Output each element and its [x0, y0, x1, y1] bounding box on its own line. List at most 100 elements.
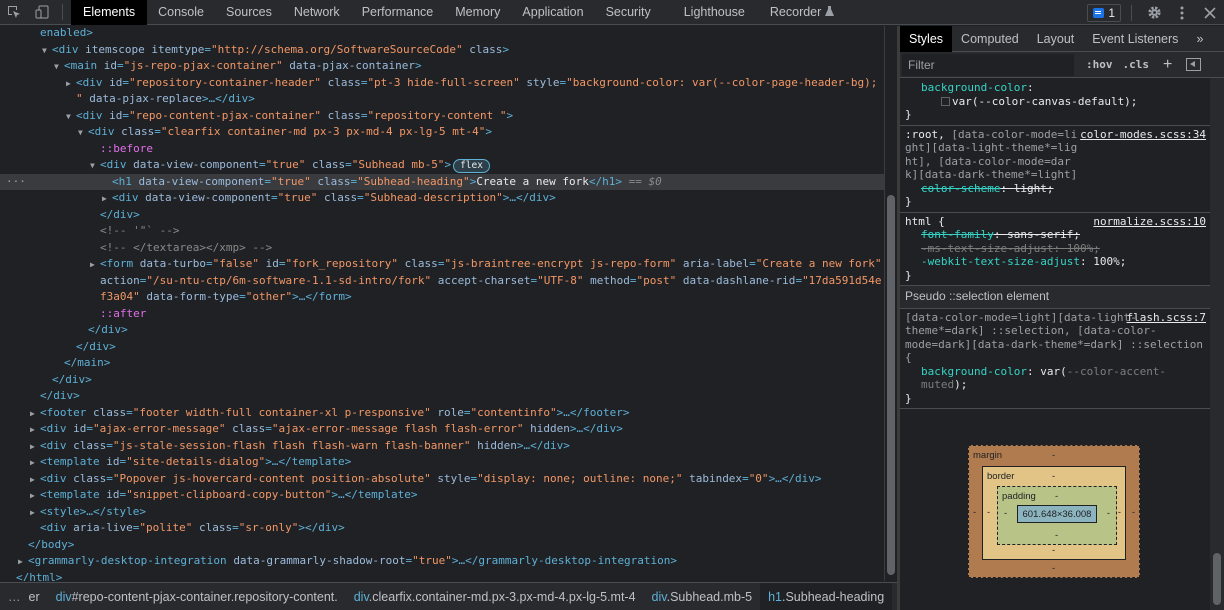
dom-line[interactable]: ▶ <form data-turbo="false" id="fork_repos…: [0, 256, 884, 273]
collapse-triangle-icon[interactable]: ▼: [42, 43, 52, 60]
dom-line[interactable]: ▶ <div class="js-stale-session-flash flas…: [0, 438, 884, 455]
collapse-triangle-icon[interactable]: ▼: [90, 158, 100, 175]
inspect-element-icon[interactable]: [0, 0, 28, 25]
more-options-icon[interactable]: ···: [6, 174, 26, 191]
margin-top-value[interactable]: -: [1052, 450, 1055, 461]
expand-triangle-icon[interactable]: ▶: [90, 257, 100, 274]
dom-line[interactable]: ▶ <template id="snippet-clipboard-copy-bu…: [0, 487, 884, 504]
tab-elements[interactable]: Elements: [71, 0, 148, 25]
dom-line[interactable]: " data-pjax-replace>…</div>: [0, 91, 884, 108]
kebab-icon[interactable]: [1168, 0, 1196, 25]
dom-line[interactable]: <!-- '"` -->: [0, 223, 884, 240]
dom-line[interactable]: ▶ <template id="site-details-dialog">…</t…: [0, 454, 884, 471]
margin-left-value[interactable]: -: [973, 507, 976, 518]
collapse-triangle-icon[interactable]: ▼: [54, 59, 64, 76]
breadcrumb-item[interactable]: er: [29, 590, 48, 604]
dom-line[interactable]: <!-- </textarea></xmp> -->: [0, 240, 884, 257]
style-property[interactable]: background-color: var(--color-accent-mut…: [905, 365, 1205, 392]
border-top-value[interactable]: -: [1052, 471, 1055, 482]
expand-triangle-icon[interactable]: ▶: [30, 488, 40, 505]
more-tabs-icon[interactable]: »: [1187, 26, 1212, 52]
padding-top-value[interactable]: -: [1055, 491, 1058, 502]
dom-line[interactable]: ▼ <div class="clearfix container-md px-3 …: [0, 124, 884, 141]
dom-line[interactable]: </div>: [0, 207, 884, 224]
padding-right-value[interactable]: -: [1107, 508, 1110, 519]
tab-security[interactable]: Security: [595, 0, 673, 25]
dom-line[interactable]: </div>: [0, 322, 884, 339]
dom-line[interactable]: ::before: [0, 141, 884, 158]
collapse-triangle-icon[interactable]: ▼: [78, 125, 88, 142]
expand-triangle-icon[interactable]: ▶: [30, 455, 40, 472]
dom-line[interactable]: ▶ <div class="Popover js-hovercard-conten…: [0, 471, 884, 488]
breadcrumb-item-active[interactable]: h1 .Subhead-heading: [760, 583, 893, 610]
color-swatch-icon[interactable]: [941, 97, 950, 106]
styles-scrollbar-track[interactable]: [1210, 78, 1224, 610]
dom-line[interactable]: ▼ <main id="js-repo-pjax-container" data-…: [0, 58, 884, 75]
dom-line[interactable]: ▶ <div data-view-component="true" class="…: [0, 190, 884, 207]
expand-triangle-icon[interactable]: ▶: [102, 191, 112, 208]
border-left-value[interactable]: -: [987, 507, 990, 518]
new-style-rule-icon[interactable]: +: [1163, 56, 1172, 74]
box-model-content-size[interactable]: 601.648×36.008: [1017, 505, 1097, 523]
expand-triangle-icon[interactable]: ▶: [30, 422, 40, 439]
dom-line[interactable]: enabled>: [0, 26, 884, 42]
tab-console[interactable]: Console: [147, 0, 215, 25]
dom-line[interactable]: f3a04" data-form-type="other">…</form>: [0, 289, 884, 306]
tab-styles[interactable]: Styles: [900, 25, 953, 52]
tab-event-listeners[interactable]: Event Listeners: [1083, 26, 1187, 52]
dom-line[interactable]: ▼ <div data-view-component="true" class="…: [0, 157, 884, 174]
styles-scrollbar-thumb[interactable]: [1213, 553, 1221, 605]
styles-filter-input[interactable]: [902, 53, 1074, 76]
dom-line[interactable]: ▶ <footer class="footer width-full contai…: [0, 405, 884, 422]
dom-line[interactable]: ▶ <div id="ajax-error-message" class="aja…: [0, 421, 884, 438]
toggle-sidebar-icon[interactable]: [1186, 58, 1202, 71]
dom-line[interactable]: ▶ <grammarly-desktop-integration data-gra…: [0, 553, 884, 570]
dom-line[interactable]: </html>: [0, 570, 884, 582]
dom-line[interactable]: </div>: [0, 372, 884, 389]
breadcrumb-item[interactable]: div.clearfix.container-md.px-3.px-md-4.p…: [346, 590, 644, 604]
dom-line[interactable]: </div>: [0, 388, 884, 405]
dom-line[interactable]: </main>: [0, 355, 884, 372]
collapse-triangle-icon[interactable]: ▼: [66, 109, 76, 126]
tab-memory[interactable]: Memory: [444, 0, 511, 25]
close-icon[interactable]: [1196, 0, 1224, 25]
tab-performance[interactable]: Performance: [351, 0, 445, 25]
device-toolbar-icon[interactable]: [28, 0, 56, 25]
tab-application[interactable]: Application: [511, 0, 594, 25]
flex-badge[interactable]: flex: [453, 159, 490, 173]
dom-line[interactable]: ▼ <div id="repo-content-pjax-container" c…: [0, 108, 884, 125]
gear-icon[interactable]: [1140, 0, 1168, 25]
style-property[interactable]: -ms-text-size-adjust: 100%;: [905, 242, 1205, 256]
dom-line[interactable]: </div>: [0, 339, 884, 356]
dom-line-selected[interactable]: ··· <h1 data-view-component="true" class=…: [0, 173, 884, 191]
style-property[interactable]: font-family: sans-serif;: [905, 228, 1205, 242]
source-link[interactable]: normalize.scss:10: [1093, 215, 1206, 229]
tab-network[interactable]: Network: [283, 0, 351, 25]
padding-bottom-value[interactable]: -: [1055, 530, 1058, 541]
expand-triangle-icon[interactable]: ▶: [30, 472, 40, 489]
style-property[interactable]: color-scheme: light;: [905, 182, 1205, 196]
margin-right-value[interactable]: -: [1132, 507, 1135, 518]
style-property[interactable]: background-color:: [905, 81, 1205, 95]
dom-line[interactable]: ▼ <div itemscope itemtype="http://schema.…: [0, 42, 884, 59]
expand-triangle-icon[interactable]: ▶: [30, 406, 40, 423]
box-model-padding[interactable]: padding - - - - 601.648×36.008: [997, 486, 1117, 545]
issues-button[interactable]: 1: [1087, 3, 1121, 22]
border-right-value[interactable]: -: [1118, 507, 1121, 518]
expand-triangle-icon[interactable]: ▶: [66, 76, 76, 93]
tab-sources[interactable]: Sources: [215, 0, 283, 25]
dom-line[interactable]: ▶ <style>…</style>: [0, 504, 884, 521]
padding-left-value[interactable]: -: [1004, 508, 1007, 519]
breadcrumb-scroll-left[interactable]: …: [0, 590, 29, 604]
dom-line[interactable]: action="/su-ntu-ctp/6m-software-1.1-sd-i…: [0, 273, 884, 290]
style-property-value[interactable]: var(--color-canvas-default);: [905, 95, 1205, 109]
source-link[interactable]: flash.scss:7: [1127, 311, 1206, 325]
border-bottom-value[interactable]: -: [1052, 545, 1055, 556]
breadcrumb-item[interactable]: div.Subhead.mb-5: [644, 590, 761, 604]
class-toggle[interactable]: .cls: [1123, 58, 1150, 71]
expand-triangle-icon[interactable]: ▶: [30, 505, 40, 522]
dom-line[interactable]: ▶ <div id="repository-container-header" c…: [0, 75, 884, 92]
breadcrumb-item[interactable]: div#repo-content-pjax-container.reposito…: [48, 590, 346, 604]
expand-triangle-icon[interactable]: ▶: [18, 554, 28, 571]
expand-triangle-icon[interactable]: ▶: [30, 439, 40, 456]
